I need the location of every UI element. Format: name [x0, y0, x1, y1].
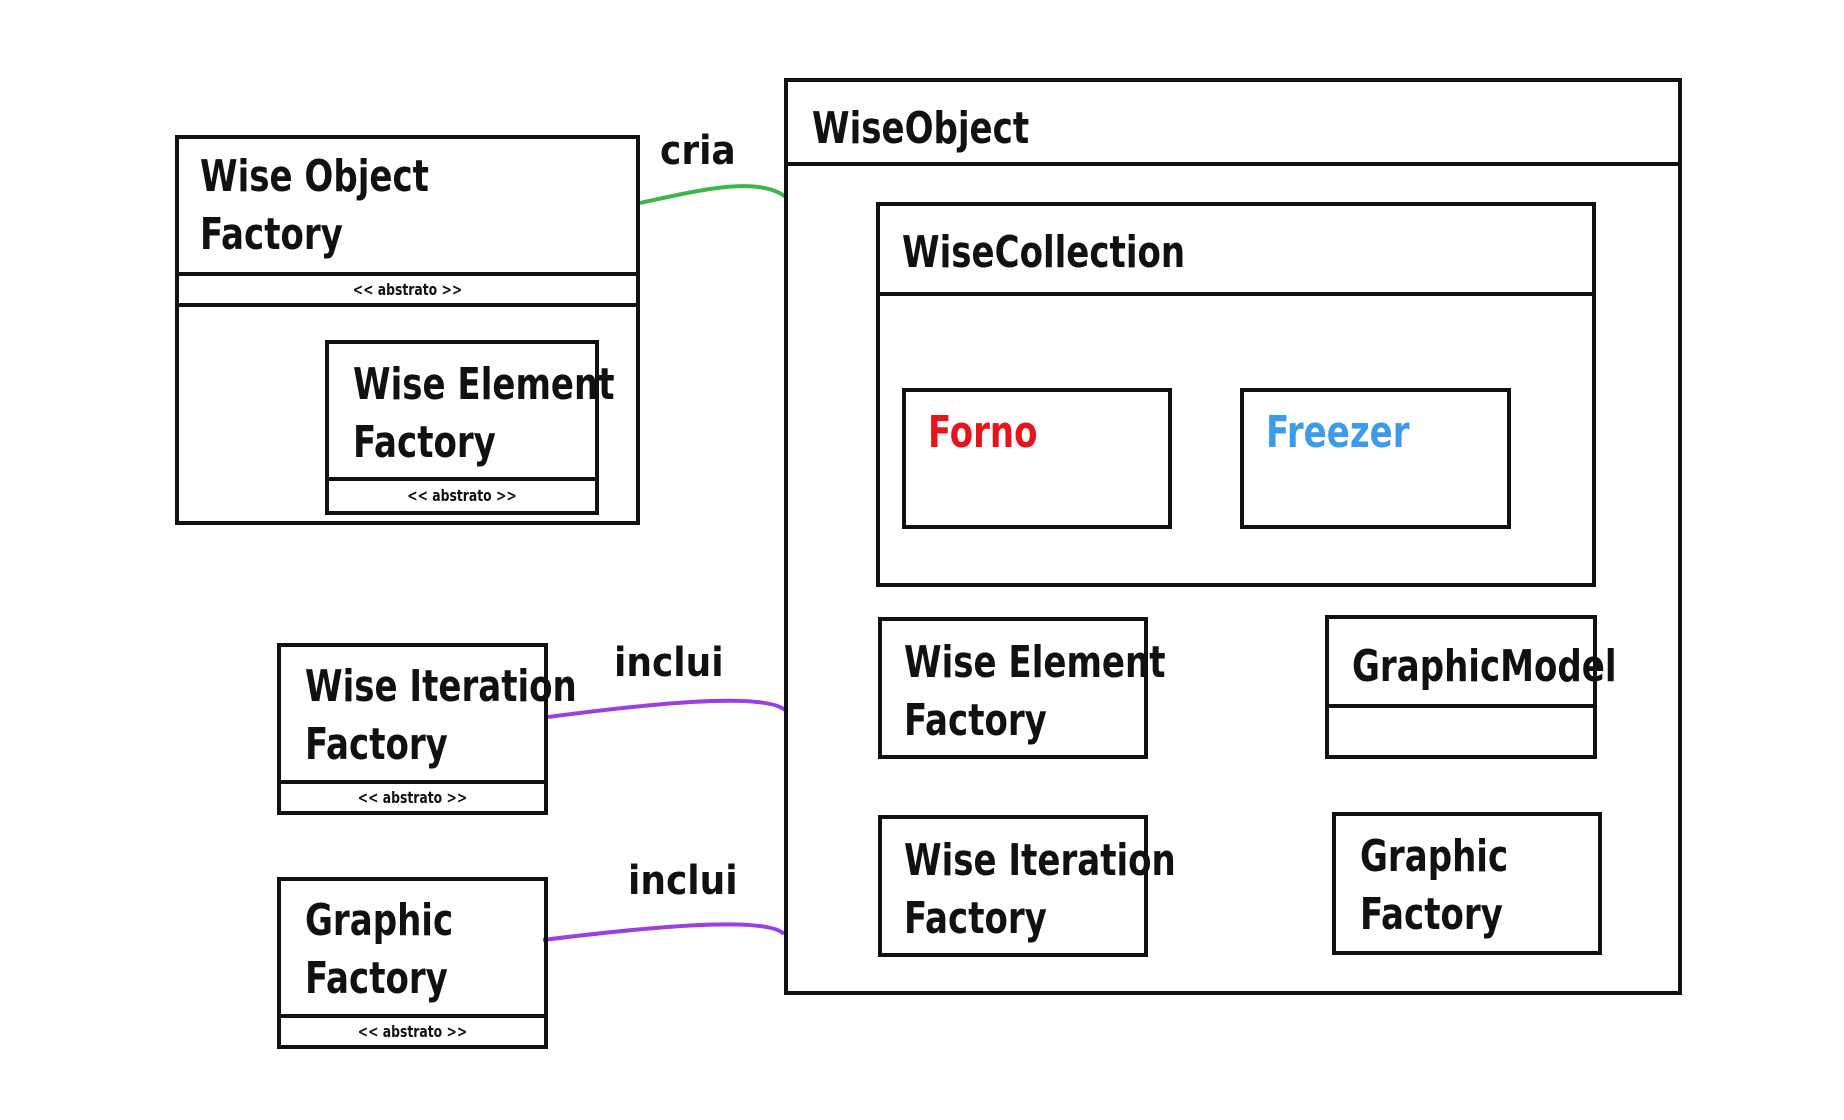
graphic-factory-stereotype: << abstrato >>: [357, 1022, 468, 1041]
cria-label: cria: [660, 128, 736, 174]
graphic-factory-title-line1: Graphic: [305, 895, 454, 946]
wise-object-title: WiseObject: [812, 103, 1030, 154]
inclui-label-2: inclui: [628, 858, 738, 904]
wise-iteration-factory-inner-title-line2: Factory: [904, 893, 1047, 944]
graphic-factory-inner-title-line1: Graphic: [1360, 831, 1509, 882]
wise-object-divider: [786, 162, 1680, 166]
graphic-model-divider: [1327, 704, 1595, 708]
inclui-line-2: [542, 922, 786, 942]
wise-object-factory-title-line1: Wise Object: [200, 151, 429, 202]
graphic-factory-divider: [279, 1014, 546, 1018]
graphic-factory-title-line2: Factory: [305, 953, 448, 1004]
inclui-label-1: inclui: [614, 640, 724, 686]
wise-iteration-factory-title-line2: Factory: [305, 719, 448, 770]
wise-iteration-factory-stereotype: << abstrato >>: [357, 788, 468, 807]
wise-element-factory-title-line2: Factory: [904, 695, 1047, 746]
inner-wise-element-factory-divider: [327, 477, 597, 481]
cria-line: [639, 184, 789, 205]
graphic-model-title: GraphicModel: [1352, 641, 1617, 692]
wise-object-factory-stereotype: << abstrato >>: [352, 280, 463, 299]
wise-object-factory-divider-1: [177, 272, 638, 276]
wise-iteration-factory-divider: [279, 780, 546, 784]
wise-element-factory-title-line1: Wise Element: [904, 637, 1166, 688]
inner-wise-element-factory-title-line1: Wise Element: [353, 359, 615, 410]
inclui-line-1: [547, 698, 789, 719]
wise-collection-title: WiseCollection: [902, 227, 1186, 278]
freezer-title: Freezer: [1266, 407, 1410, 458]
forno-title: Forno: [928, 407, 1038, 458]
wise-object-factory-title-line2: Factory: [200, 209, 343, 260]
wise-iteration-factory-inner-title-line1: Wise Iteration: [904, 835, 1176, 886]
wise-collection-divider: [878, 292, 1594, 296]
graphic-factory-inner-title-line2: Factory: [1360, 889, 1503, 940]
inner-wise-element-factory-title-line2: Factory: [353, 417, 496, 468]
wise-iteration-factory-title-line1: Wise Iteration: [305, 661, 577, 712]
inner-wise-element-factory-stereotype: << abstrato >>: [407, 486, 517, 505]
wise-object-factory-divider-2: [177, 303, 638, 307]
